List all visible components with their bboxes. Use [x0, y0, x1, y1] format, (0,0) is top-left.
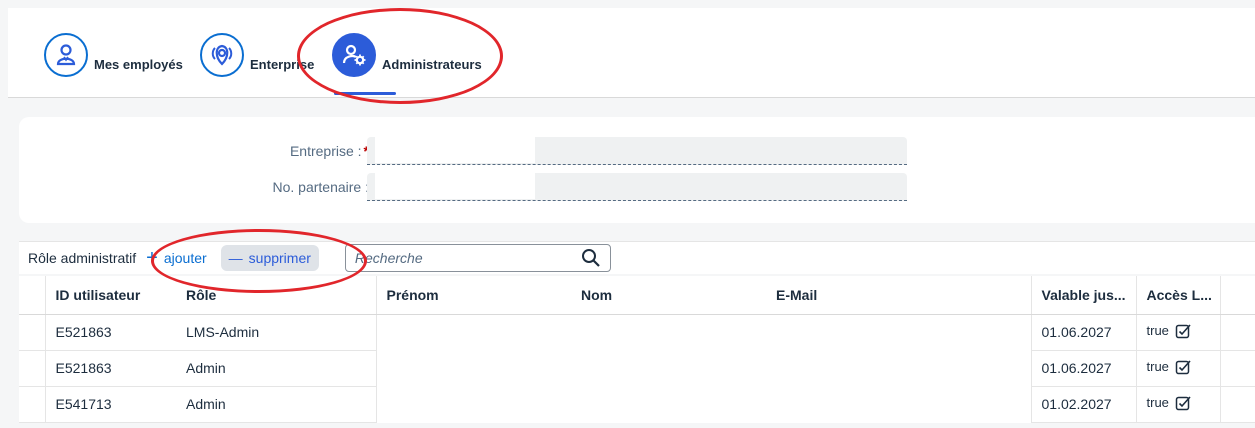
nav-item-enterprise[interactable]: Enterprise	[200, 28, 314, 82]
add-label: ajouter	[163, 250, 207, 266]
cell-nom	[571, 350, 766, 386]
access-value: true	[1146, 394, 1169, 410]
table-row[interactable]: E521863 Admin 01.06.2027 true	[19, 350, 1255, 387]
column-header-nom[interactable]: Nom	[571, 276, 766, 315]
toolbar-title: Rôle administratif	[28, 250, 137, 266]
row-selector[interactable]	[19, 314, 46, 351]
admin-settings-icon	[332, 33, 376, 77]
table-toolbar: Rôle administratif + ajouter — supprimer	[19, 241, 1255, 274]
remove-button[interactable]: — supprimer	[220, 245, 319, 271]
selection-column-header	[19, 276, 46, 315]
cell-filler	[1220, 386, 1255, 423]
column-header-prenom[interactable]: Prénom	[376, 276, 571, 315]
column-header-id[interactable]: ID utilisateur	[45, 276, 176, 315]
checkbox-checked-icon	[1175, 360, 1191, 375]
employee-icon	[44, 33, 88, 77]
cell-filler	[1220, 350, 1255, 387]
cell-id: E521863	[45, 314, 176, 351]
checkbox-checked-icon	[1175, 396, 1191, 411]
redacted-value	[375, 173, 535, 199]
column-header-role[interactable]: Rôle	[176, 276, 377, 315]
nav-item-mes-employes[interactable]: Mes employés	[44, 28, 183, 82]
minus-icon: —	[228, 250, 243, 266]
partenaire-label: No. partenaire :	[272, 179, 370, 195]
checkbox-checked-icon	[1175, 324, 1191, 339]
cell-valid-until: 01.06.2027	[1031, 314, 1137, 351]
search-icon[interactable]	[580, 247, 602, 269]
cell-valid-until: 01.02.2027	[1031, 386, 1137, 423]
redacted-value	[375, 137, 535, 163]
search-box	[344, 244, 611, 272]
column-header-valid-until[interactable]: Valable jus...	[1031, 276, 1137, 315]
nav-item-administrateurs[interactable]: Administrateurs	[332, 28, 482, 82]
cell-access: true	[1136, 314, 1221, 351]
partenaire-field[interactable]	[367, 173, 907, 201]
remove-label: supprimer	[248, 250, 311, 266]
cell-prenom	[376, 350, 571, 386]
active-tab-indicator	[334, 92, 396, 95]
admin-roles-table: ID utilisateur Rôle Prénom Nom E-Mail Va…	[19, 276, 1255, 423]
row-selector[interactable]	[19, 386, 46, 423]
cell-nom	[571, 386, 766, 422]
search-input[interactable]	[345, 250, 580, 266]
cell-prenom	[376, 386, 571, 422]
table-header-row: ID utilisateur Rôle Prénom Nom E-Mail Va…	[19, 276, 1255, 315]
cell-access: true	[1136, 350, 1221, 387]
cell-email	[766, 386, 1032, 422]
cell-email	[766, 314, 1032, 350]
access-value: true	[1146, 322, 1169, 338]
row-selector[interactable]	[19, 350, 46, 387]
cell-access: true	[1136, 386, 1221, 423]
cell-valid-until: 01.06.2027	[1031, 350, 1137, 387]
partenaire-row: No. partenaire :	[19, 173, 907, 201]
cell-email	[766, 350, 1032, 386]
cell-id: E521863	[45, 350, 176, 387]
company-filter-form: Entreprise :* No. partenaire :	[19, 117, 1255, 223]
table-row[interactable]: E521863 LMS-Admin 01.06.2027 true	[19, 314, 1255, 351]
entreprise-row: Entreprise :*	[19, 137, 907, 165]
add-button[interactable]: + ajouter	[140, 245, 213, 271]
cell-role: Admin	[176, 350, 377, 387]
cell-role: LMS-Admin	[176, 314, 377, 351]
entreprise-label: Entreprise :*	[19, 143, 369, 159]
nav-label: Enterprise	[250, 56, 315, 72]
cell-nom	[571, 314, 766, 350]
top-navigation: Mes employés Enterprise Administrateurs	[8, 8, 1255, 98]
nav-label: Administrateurs	[382, 56, 482, 72]
cell-role: Admin	[176, 386, 377, 423]
entreprise-field[interactable]	[367, 137, 907, 165]
plus-icon: +	[146, 247, 158, 269]
cell-prenom	[376, 314, 571, 350]
column-header-access[interactable]: Accès L...	[1136, 276, 1221, 315]
access-value: true	[1146, 358, 1169, 374]
column-header-email[interactable]: E-Mail	[766, 276, 1032, 315]
location-icon	[200, 33, 244, 77]
nav-label: Mes employés	[94, 56, 183, 72]
cell-filler	[1220, 314, 1255, 351]
column-header-filler	[1220, 276, 1255, 315]
cell-id: E541713	[45, 386, 176, 423]
table-row[interactable]: E541713 Admin 01.02.2027 true	[19, 386, 1255, 423]
